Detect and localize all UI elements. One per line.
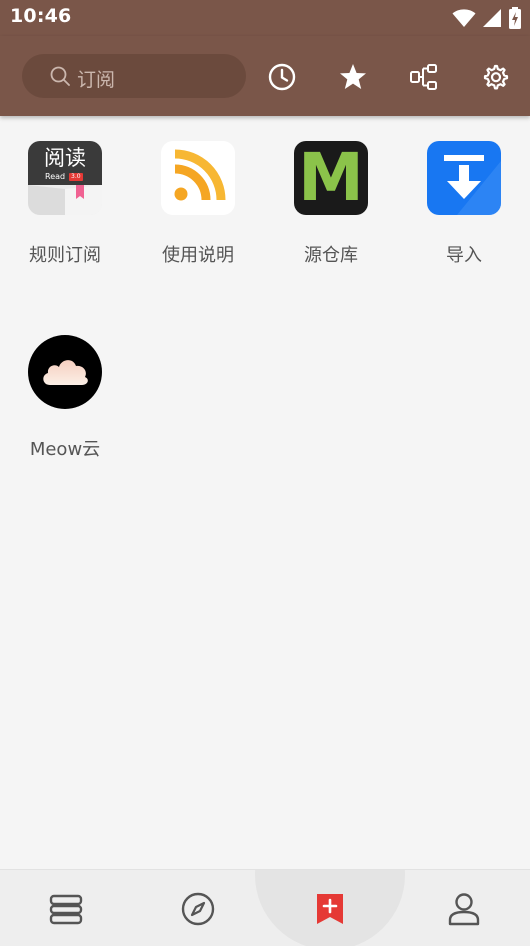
status-bar: 10:46: [0, 0, 530, 36]
m-logo-text: M: [298, 141, 364, 215]
search-icon: [50, 66, 70, 86]
nav-item-my[interactable]: [398, 870, 530, 946]
screen: 10:46 订阅 阅读 Read 3.0 规则订阅 使用说明 M 源仓库 导入 …: [0, 0, 530, 946]
grid-item-import[interactable]: 导入: [409, 141, 519, 267]
nav-item-bookshelf[interactable]: [0, 870, 132, 946]
grid-item-label: 使用说明: [162, 245, 234, 266]
cloud-icon: [28, 335, 102, 409]
history-icon: [268, 63, 296, 91]
compass-icon: [181, 892, 215, 925]
group-button[interactable]: [409, 62, 439, 92]
toolbar: 订阅: [0, 36, 530, 116]
signal-icon: [483, 9, 501, 27]
bottom-nav: [0, 869, 530, 946]
battery-charging-icon: [509, 7, 521, 29]
settings-button[interactable]: [480, 62, 510, 92]
yuedu-app-icon: 阅读 Read 3.0: [28, 141, 102, 215]
group-icon: [410, 64, 437, 90]
grid-item-label: 源仓库: [304, 245, 358, 266]
wifi-icon: [452, 9, 476, 27]
yuedu-icon-subtext: Read: [45, 172, 66, 181]
history-button[interactable]: [267, 62, 297, 92]
search-placeholder: 订阅: [77, 69, 116, 91]
bookmark-add-icon: [317, 893, 343, 924]
star-icon: [340, 64, 366, 89]
grid-item-label: 规则订阅: [29, 245, 101, 266]
rss-icon: [161, 141, 235, 215]
grid-item-instructions[interactable]: 使用说明: [143, 141, 253, 267]
nav-item-discover[interactable]: [132, 870, 264, 946]
grid-item-label: 导入: [446, 245, 482, 266]
status-icons: [452, 6, 522, 30]
m-logo-icon: M: [294, 141, 368, 215]
grid-item-rule-subscription[interactable]: 阅读 Read 3.0 规则订阅: [10, 141, 120, 267]
yuedu-icon-text: 阅读: [44, 146, 86, 170]
yuedu-icon-badge: 3.0: [69, 173, 83, 181]
favorites-button[interactable]: [338, 62, 368, 92]
status-time: 10:46: [10, 5, 72, 27]
grid-item-label: Meow云: [29, 439, 101, 460]
grid-item-meow-cloud[interactable]: Meow云: [10, 335, 120, 461]
person-icon: [448, 892, 480, 925]
settings-icon: [483, 64, 509, 90]
download-icon: [427, 141, 501, 215]
grid-item-source-repo[interactable]: M 源仓库: [276, 141, 386, 267]
search-input[interactable]: 订阅: [22, 54, 246, 98]
nav-item-subscription[interactable]: [255, 870, 405, 946]
bookshelf-icon: [49, 894, 83, 924]
